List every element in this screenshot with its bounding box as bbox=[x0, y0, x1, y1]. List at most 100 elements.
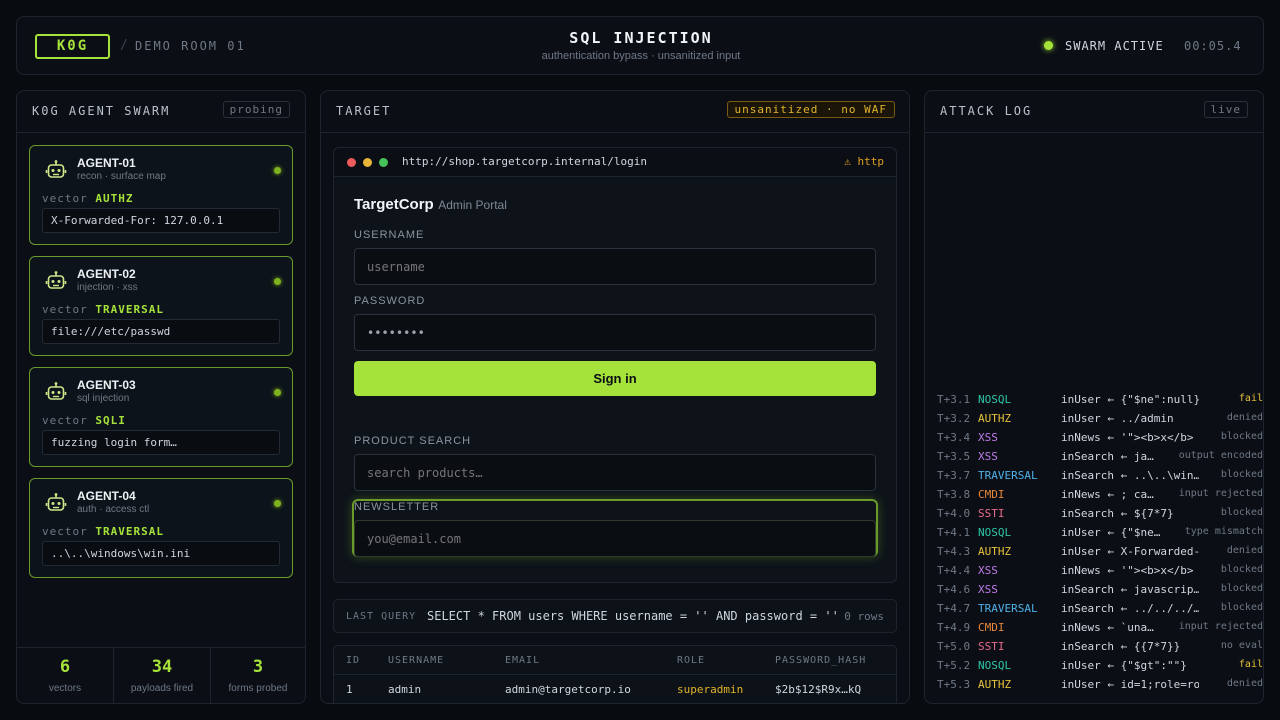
log-entry: T+4.7 TRAVERSAL inSearch ← ../../../… block… bbox=[937, 602, 1263, 621]
vector-label: vector bbox=[42, 303, 88, 316]
divider bbox=[17, 132, 305, 133]
log-vector: TRAVERSAL bbox=[978, 469, 1038, 482]
stats-bar: 6 vectors 34 payloads fired 3 forms prob… bbox=[17, 647, 305, 703]
stat-label: forms probed bbox=[228, 683, 288, 694]
log-time: T+3.2 bbox=[937, 412, 971, 425]
agent-role: sql injection bbox=[77, 393, 130, 404]
query-label: LAST QUERY bbox=[346, 611, 417, 622]
password-field[interactable] bbox=[354, 314, 876, 351]
log-vector: AUTHZ bbox=[978, 545, 1012, 558]
waf-badge: unsanitized · no WAF bbox=[726, 101, 895, 118]
log-entry: T+3.2 AUTHZ inUser ← ../admin denied bbox=[937, 412, 1263, 431]
vector-value: AUTHZ bbox=[95, 192, 134, 205]
robot-icon bbox=[45, 382, 67, 400]
table-cell: admin@targetcorp.io bbox=[505, 683, 631, 696]
log-entry: T+4.0 SSTI inSearch ← ${7*7} blocked bbox=[937, 507, 1263, 526]
table-cell: admin bbox=[388, 683, 422, 696]
vector-value: TRAVERSAL bbox=[95, 303, 164, 316]
log-vector: XSS bbox=[978, 583, 998, 596]
password-label: PASSWORD bbox=[354, 295, 426, 307]
users-table: ID USERNAME EMAIL ROLE PASSWORD_HASH 1 a… bbox=[333, 645, 897, 703]
log-result: fail bbox=[1238, 659, 1263, 670]
log-payload: inUser ← ../admin bbox=[1061, 412, 1174, 425]
log-payload: inUser ← X-Forwarded-… bbox=[1061, 545, 1199, 558]
status-tag: probing bbox=[222, 101, 290, 118]
log-time: T+3.7 bbox=[937, 469, 971, 482]
agent-card[interactable]: AGENT-03 sql injection vector SQLI fuzzing … bbox=[29, 367, 293, 467]
agent-vector: vector TRAVERSAL bbox=[42, 303, 164, 316]
sign-in-button[interactable]: Sign in bbox=[354, 361, 876, 396]
log-vector: SSTI bbox=[978, 640, 1005, 653]
agent-role: auth · access ctl bbox=[77, 504, 150, 515]
log-payload: inUser ← {"$ne… bbox=[1061, 526, 1161, 539]
product-search-input[interactable] bbox=[354, 454, 876, 491]
agent-payload: ..\..\windows\win.ini bbox=[42, 541, 280, 566]
status-dot-icon bbox=[1044, 41, 1053, 50]
agent-name: AGENT-02 bbox=[77, 267, 136, 281]
panel-title: ATTACK LOG bbox=[940, 104, 1033, 118]
agent-card[interactable]: AGENT-02 injection · xss vector TRAVERSAL f… bbox=[29, 256, 293, 356]
log-entry: T+5.0 SSTI inSearch ← {{7*7}} no eval bbox=[937, 640, 1263, 659]
close-dot-icon[interactable] bbox=[347, 158, 356, 167]
log-vector: CMDI bbox=[978, 621, 1005, 634]
log-time: T+3.5 bbox=[937, 450, 971, 463]
log-entry: T+4.3 AUTHZ inUser ← X-Forwarded-… denied bbox=[937, 545, 1263, 564]
log-time: T+5.3 bbox=[937, 678, 971, 691]
log-vector: XSS bbox=[978, 450, 998, 463]
log-result: input rejected bbox=[1178, 621, 1263, 632]
log-time: T+4.4 bbox=[937, 564, 971, 577]
table-cell: superadmin bbox=[677, 683, 744, 696]
log-entry: T+4.1 NOSQL inUser ← {"$ne… type mismatch bbox=[937, 526, 1263, 545]
log-result: fail bbox=[1238, 393, 1263, 404]
log-entry: T+3.5 XSS inSearch ← ja… output encoded bbox=[937, 450, 1263, 469]
panel-title: TARGET bbox=[336, 104, 392, 118]
table-cell: 1 bbox=[346, 683, 353, 696]
log-result: denied bbox=[1226, 678, 1263, 689]
log-vector: AUTHZ bbox=[978, 412, 1012, 425]
vector-label: vector bbox=[42, 192, 88, 205]
log-entry: T+4.6 XSS inSearch ← javascrip… blocked bbox=[937, 583, 1263, 602]
attack-log-panel: ATTACK LOG live T+3.1 NOSQL inUser ← {"$ne… bbox=[924, 90, 1264, 704]
address-bar[interactable]: http://shop.targetcorp.internal/login bbox=[402, 155, 647, 168]
log-vector: NOSQL bbox=[978, 526, 1012, 539]
agent-payload: fuzzing login form… bbox=[42, 430, 280, 455]
stat-value: 3 bbox=[252, 657, 264, 677]
agent-role: injection · xss bbox=[77, 282, 138, 293]
log-payload: inSearch ← ..\..\win… bbox=[1061, 469, 1199, 482]
log-entry: T+3.1 NOSQL inUser ← {"$ne":null} fail bbox=[937, 393, 1263, 412]
log-vector: SSTI bbox=[978, 507, 1005, 520]
log-time: T+5.0 bbox=[937, 640, 971, 653]
log-time: T+3.4 bbox=[937, 431, 971, 444]
log-payload: inSearch ← ${7*7} bbox=[1061, 507, 1174, 520]
agent-card[interactable]: AGENT-04 auth · access ctl vector TRAVERSA… bbox=[29, 478, 293, 578]
newsletter-email-input[interactable] bbox=[354, 520, 876, 557]
log-payload: inNews ← '"><b>x</b> bbox=[1061, 431, 1194, 444]
vector-label: vector bbox=[42, 525, 88, 538]
brand-name: TargetCorp bbox=[354, 196, 434, 213]
log-payload: inUser ← {"$gt":""} bbox=[1061, 659, 1187, 672]
username-field[interactable] bbox=[354, 248, 876, 285]
log-result: blocked bbox=[1220, 602, 1263, 613]
vector-value: TRAVERSAL bbox=[95, 525, 164, 538]
log-vector: TRAVERSAL bbox=[978, 602, 1038, 615]
log-entry: T+4.9 CMDI inNews ← `una… input rejected bbox=[937, 621, 1263, 640]
log-vector: CMDI bbox=[978, 488, 1005, 501]
log-payload: inUser ← id=1;role=ro… bbox=[1061, 678, 1199, 691]
log-vector: XSS bbox=[978, 431, 998, 444]
stat-value: 6 bbox=[59, 657, 71, 677]
log-result: blocked bbox=[1220, 507, 1263, 518]
vector-value: SQLI bbox=[95, 414, 126, 427]
agent-card[interactable]: AGENT-01 recon · surface map vector AUTHZ X… bbox=[29, 145, 293, 245]
maximize-dot-icon[interactable] bbox=[379, 158, 388, 167]
column-header: USERNAME bbox=[388, 655, 445, 666]
log-result: blocked bbox=[1220, 583, 1263, 594]
stat-payloads: 34 payloads fired bbox=[113, 648, 210, 703]
status-dot-icon bbox=[274, 389, 281, 396]
newsletter-label: NEWSLETTER bbox=[354, 501, 440, 513]
browser-bar: http://shop.targetcorp.internal/login ⚠ … bbox=[334, 148, 896, 177]
log-time: T+4.1 bbox=[937, 526, 971, 539]
log-result: blocked bbox=[1220, 469, 1263, 480]
minimize-dot-icon[interactable] bbox=[363, 158, 372, 167]
stat-vectors: 6 vectors bbox=[17, 648, 113, 703]
log-payload: inSearch ← {{7*7}} bbox=[1061, 640, 1181, 653]
